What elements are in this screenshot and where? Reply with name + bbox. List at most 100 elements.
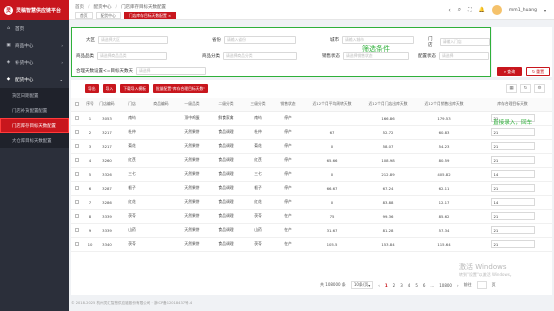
table-cell: 12.17 bbox=[415, 195, 473, 210]
column-icon[interactable]: ▦ bbox=[506, 84, 517, 93]
page-size-select[interactable]: 10条/页 ▾ bbox=[350, 281, 374, 289]
table-cell: 3287 bbox=[97, 181, 117, 196]
target-days-input[interactable]: 21 bbox=[490, 128, 535, 136]
table-cell: 南屿 bbox=[243, 111, 273, 126]
page-number[interactable]: 1 bbox=[385, 283, 388, 288]
row-checkbox[interactable] bbox=[75, 213, 79, 218]
page-number[interactable]: 3 bbox=[400, 283, 403, 288]
tab-store-target-days[interactable]: 门店库存目标天数配置 × bbox=[123, 12, 177, 19]
filter-label: 商品分类 bbox=[202, 54, 220, 59]
breadcrumb-item[interactable]: 首页 bbox=[75, 4, 84, 10]
filter-classification: 商品分类 请选择商品分类 bbox=[202, 52, 297, 60]
breadcrumb-item[interactable]: 配货中心 bbox=[94, 4, 112, 10]
row-checkbox[interactable] bbox=[75, 199, 79, 204]
table-cell bbox=[147, 153, 175, 168]
table-cell: 67.24 bbox=[361, 181, 415, 196]
total-count: 共 108000 条 bbox=[320, 282, 346, 287]
page-number[interactable]: 5 bbox=[415, 283, 418, 288]
goto-page-input[interactable] bbox=[476, 281, 487, 289]
table-row: 9 3339 山药 天然果饼 食品调理 山药 在产 31.67 81.28 57.34 21 bbox=[71, 223, 552, 238]
table-cell: 停产 bbox=[273, 125, 303, 140]
table-cell: 8 bbox=[83, 209, 97, 224]
table-cell: 54.23 bbox=[415, 139, 473, 154]
target-days-input[interactable]: 21 bbox=[490, 184, 535, 192]
row-checkbox[interactable] bbox=[75, 171, 79, 176]
caret-down-icon[interactable]: ▾ bbox=[544, 8, 546, 13]
row-checkbox[interactable] bbox=[75, 185, 79, 190]
table-cell: 茯苓 bbox=[243, 237, 273, 252]
back-icon[interactable]: ‹ bbox=[448, 7, 450, 14]
target-days-input[interactable]: 21 bbox=[490, 156, 535, 164]
target-days-input[interactable]: 21 bbox=[490, 142, 535, 150]
sidebar-item-home[interactable]: ⌂ 首页 bbox=[0, 20, 69, 37]
fullscreen-icon[interactable]: ⛶ bbox=[468, 7, 472, 13]
table-cell: 食品调理 bbox=[209, 139, 243, 154]
row-checkbox[interactable] bbox=[75, 143, 79, 148]
target-days-input[interactable]: 14 bbox=[490, 198, 535, 206]
target-days-input[interactable]: 21 bbox=[490, 240, 535, 248]
table-cell: 在产 bbox=[273, 209, 303, 224]
sidebar-subitem-date-config[interactable]: 货区日期配置 bbox=[0, 88, 69, 103]
search-button-label: 查询 bbox=[507, 68, 516, 74]
settings-icon[interactable]: ⚙ bbox=[534, 84, 545, 93]
table-cell: 红芪 bbox=[243, 153, 273, 168]
search-button[interactable]: ⌕ 查询 bbox=[497, 67, 522, 76]
reset-button[interactable]: ↻ 重置 bbox=[526, 67, 550, 76]
table-cell: 57.34 bbox=[415, 223, 473, 238]
page-number[interactable]: 4 bbox=[408, 283, 411, 288]
sidebar-subitem-warehouse-target-days[interactable]: 大仓库目标天数配置 bbox=[0, 133, 69, 148]
next-page-button[interactable]: › bbox=[457, 283, 459, 288]
batch-config-button[interactable]: 批量配置"库存合理目标天数" bbox=[152, 84, 209, 93]
column-header: 近12个月门店出库天数 bbox=[361, 98, 415, 112]
sidebar-subitem-store-replenish[interactable]: 门店补货配置配置 bbox=[0, 103, 69, 118]
prev-page-button[interactable]: ‹ bbox=[378, 283, 380, 288]
city-input[interactable]: 请输入城市 bbox=[342, 36, 414, 44]
table-cell: 杜仲 bbox=[117, 125, 147, 140]
table-cell: 菊花 bbox=[243, 139, 273, 154]
home-icon: ⌂ bbox=[7, 26, 10, 31]
table-cell: 停产 bbox=[273, 139, 303, 154]
target-days-input[interactable]: 21 bbox=[490, 226, 535, 234]
sidebar-item-replenish[interactable]: ◈ 补货中心 › bbox=[0, 54, 69, 71]
store-input[interactable]: 请输入门店 bbox=[439, 38, 490, 46]
page-ellipsis[interactable]: ... bbox=[430, 283, 434, 288]
sidebar-item-goods[interactable]: ▣ 商品中心 › bbox=[0, 37, 69, 54]
sidebar-item-distribution[interactable]: ◆ 配货中心 ⌄ bbox=[0, 71, 69, 88]
row-checkbox[interactable] bbox=[75, 157, 79, 162]
search-icon[interactable]: ⌕ bbox=[458, 6, 461, 14]
page-number[interactable]: 10800 bbox=[439, 283, 452, 288]
import-button[interactable]: 导入 bbox=[102, 84, 117, 93]
table-row: 7 3286 红花 天然果饼 食品调理 红花 停产 0 83.88 12.17 14 bbox=[71, 195, 552, 210]
user-name[interactable]: mm1_huang bbox=[509, 8, 537, 13]
table-cell: 停产 bbox=[273, 153, 303, 168]
page-size-value: 10条/页 bbox=[353, 282, 369, 287]
table-cell bbox=[147, 209, 175, 224]
bell-icon[interactable]: 🔔 bbox=[479, 7, 485, 13]
tab-distribution[interactable]: 配货中心 bbox=[95, 12, 121, 19]
tab-home[interactable]: 首页 bbox=[75, 12, 93, 19]
export-button[interactable]: 导出 bbox=[85, 84, 99, 93]
row-checkbox[interactable] bbox=[75, 227, 79, 232]
config-status-select[interactable]: 请选择 bbox=[439, 52, 489, 60]
target-days-input[interactable]: 21 bbox=[490, 212, 535, 220]
region-select[interactable]: 请选择大区 bbox=[98, 36, 168, 44]
download-template-button[interactable]: 下载导入模板 bbox=[120, 84, 149, 93]
sidebar-subitem-store-target-days[interactable]: 门店库存目标天数配置 bbox=[0, 118, 69, 133]
row-checkbox[interactable] bbox=[75, 115, 79, 120]
classification-select[interactable]: 请选择商品分类 bbox=[223, 52, 297, 60]
target-days-input[interactable]: 14 bbox=[490, 170, 535, 178]
reasonable-days-select[interactable]: 请选择 bbox=[136, 67, 207, 75]
page-number[interactable]: 6 bbox=[423, 283, 426, 288]
avatar[interactable] bbox=[491, 5, 502, 15]
row-checkbox[interactable] bbox=[75, 129, 79, 134]
refresh-icon[interactable]: ↻ bbox=[520, 84, 531, 93]
select-all-checkbox[interactable] bbox=[75, 101, 79, 106]
page-number[interactable]: 2 bbox=[393, 283, 396, 288]
table-cell: 1 bbox=[83, 111, 97, 126]
column-header: 二级分类 bbox=[209, 98, 243, 112]
province-input[interactable]: 请输入省份 bbox=[224, 36, 296, 44]
table-cell: 99.36 bbox=[361, 209, 415, 224]
row-checkbox[interactable] bbox=[75, 241, 79, 246]
category-select[interactable]: 请选择商品品类 bbox=[97, 52, 167, 60]
tab-bar: 首页 配货中心 门店库存目标天数配置 × bbox=[75, 12, 177, 19]
